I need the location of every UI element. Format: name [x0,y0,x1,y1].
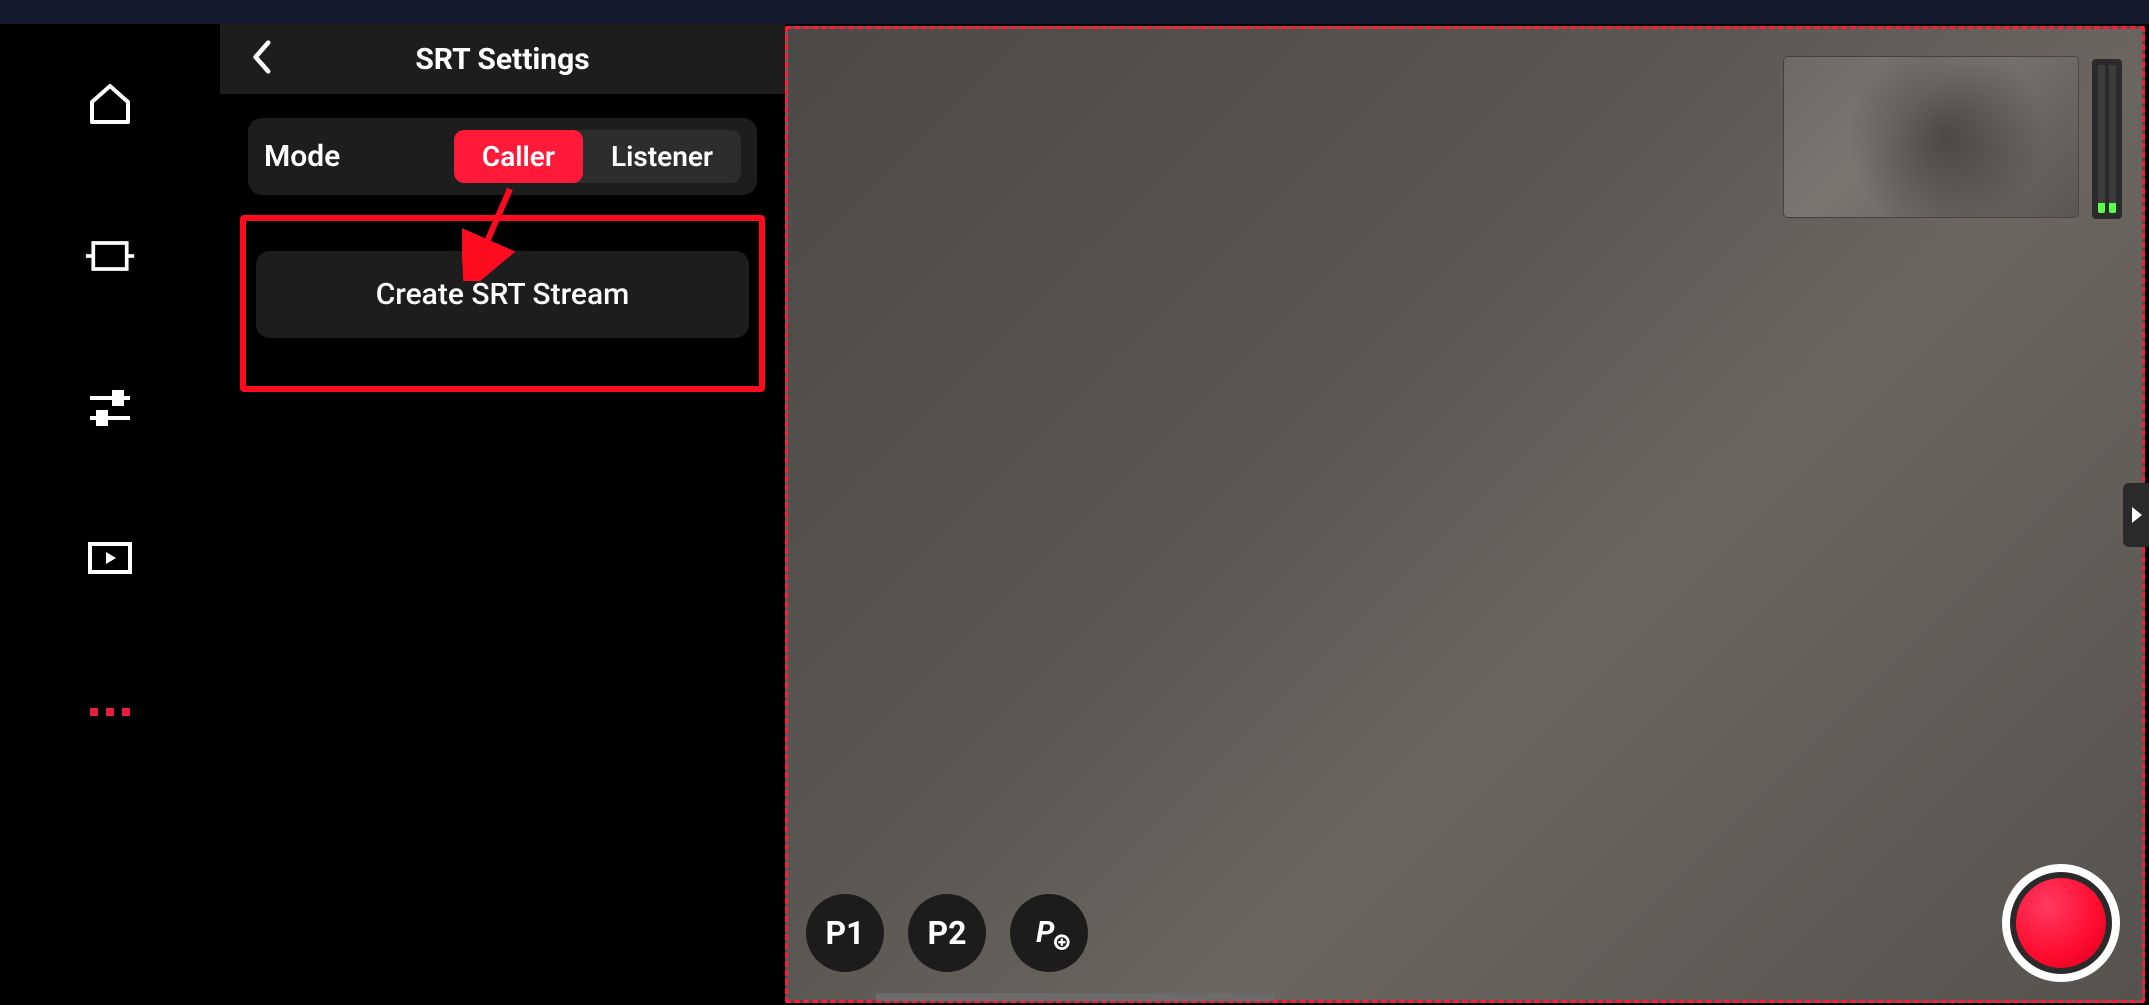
play-icon[interactable] [80,530,140,590]
mode-row: Mode Caller Listener [248,118,757,195]
panel-header: SRT Settings [220,24,785,94]
preset-1-button[interactable]: P1 [806,894,884,972]
home-indicator[interactable] [875,993,1275,1001]
preset-add-label: P [1036,916,1055,950]
preset-2-button[interactable]: P2 [908,894,986,972]
picture-in-picture-preview [1784,57,2078,217]
preset-row: P1 P2 P [806,894,1088,972]
annotation-highlight: Create SRT Stream [240,215,765,392]
sliders-icon[interactable] [80,378,140,438]
back-button[interactable] [250,39,272,79]
expand-panel-button[interactable] [2123,483,2149,547]
bg-srt-mode-label: SRT Mode [248,655,386,690]
audio-level-meter [2092,59,2122,219]
page-title: SRT Settings [415,42,589,77]
home-icon[interactable] [80,74,140,134]
app-root: Output UVC Mode NDIActivated NDI Mode RT… [0,24,2149,1005]
bg-ndi-mode-label: NDI Mode [248,463,381,498]
mode-listener-option[interactable]: Listener [583,130,741,183]
status-bar [0,0,2149,24]
mode-segmented-control: Caller Listener [454,130,741,183]
left-navigation-rail [0,24,220,1005]
bg-rtsp-label: RTSP Mode [248,559,406,594]
camera-preview: P1 P2 P [785,26,2145,1003]
more-icon[interactable] [80,682,140,742]
bg-srt-settings-label: SRT Settings [248,751,421,786]
preset-add-button[interactable]: P [1010,894,1088,972]
create-srt-stream-button[interactable]: Create SRT Stream [256,251,749,338]
display-icon[interactable] [80,226,140,286]
srt-settings-panel: Output UVC Mode NDIActivated NDI Mode RT… [220,24,785,1005]
chevron-right-icon [2132,507,2142,523]
record-icon [2016,878,2106,968]
mode-caller-option[interactable]: Caller [454,130,583,183]
record-button[interactable] [2002,864,2120,982]
mode-label: Mode [264,139,434,174]
